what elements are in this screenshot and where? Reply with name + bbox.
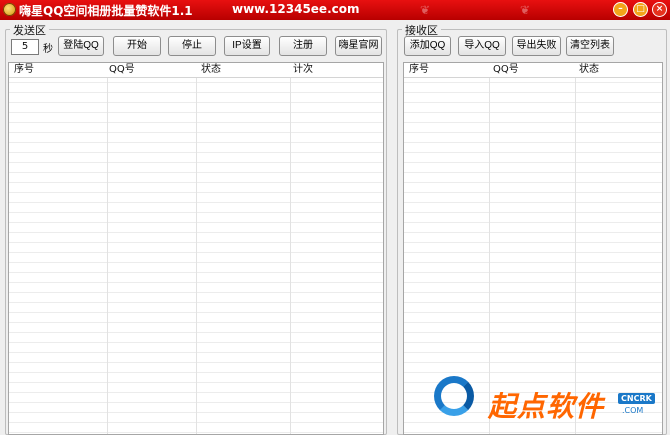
column-header-index[interactable]: 序号: [409, 64, 429, 76]
minimize-button[interactable]: –: [613, 2, 628, 17]
close-button[interactable]: ×: [652, 2, 667, 17]
register-button[interactable]: 注册: [279, 36, 327, 56]
seconds-label: 秒: [43, 44, 53, 55]
deco-flourish-icon: ❦: [420, 3, 431, 17]
table-header: 序号 QQ号 状态: [404, 63, 662, 78]
title-bar[interactable]: 嗨星QQ空间相册批量赞软件1.1 www.12345ee.com ❦ ❦ – □…: [0, 0, 670, 20]
column-header-status[interactable]: 状态: [201, 64, 221, 76]
watermark-badge: CNCRK: [618, 393, 655, 404]
watermark-domain: .COM: [622, 406, 644, 415]
title-url: www.12345ee.com: [232, 2, 360, 16]
column-header-qq[interactable]: QQ号: [493, 64, 519, 76]
seconds-input[interactable]: 5: [11, 39, 39, 55]
stop-button[interactable]: 停止: [168, 36, 216, 56]
export-failed-button[interactable]: 导出失败: [512, 36, 561, 56]
clear-list-button[interactable]: 清空列表: [566, 36, 614, 56]
column-header-index[interactable]: 序号: [14, 64, 34, 76]
window-title: 嗨星QQ空间相册批量赞软件1.1: [19, 4, 193, 18]
site-watermark: 起点软件 CNCRK .COM: [430, 372, 670, 435]
ip-settings-button[interactable]: IP设置: [224, 36, 270, 56]
table-header: 序号 QQ号 状态 计次: [9, 63, 383, 78]
watermark-brand: 起点软件: [488, 390, 605, 423]
maximize-button[interactable]: □: [633, 2, 648, 17]
app-icon: [3, 3, 16, 16]
send-panel-legend: 发送区: [10, 22, 49, 38]
column-header-count[interactable]: 计次: [293, 64, 313, 76]
deco-flourish-icon: ❦: [520, 3, 531, 17]
add-qq-button[interactable]: 添加QQ: [404, 36, 451, 56]
login-qq-button[interactable]: 登陆QQ: [58, 36, 104, 56]
cncrk-logo-icon: [434, 376, 474, 416]
column-header-status[interactable]: 状态: [579, 64, 599, 76]
start-button[interactable]: 开始: [113, 36, 161, 56]
column-header-qq[interactable]: QQ号: [109, 64, 135, 76]
column-divider: [196, 63, 197, 434]
column-divider: [290, 63, 291, 434]
column-divider: [107, 63, 108, 434]
official-site-button[interactable]: 嗨星官网: [335, 36, 382, 56]
send-task-table[interactable]: 序号 QQ号 状态 计次: [8, 62, 384, 435]
import-qq-button[interactable]: 导入QQ: [458, 36, 506, 56]
